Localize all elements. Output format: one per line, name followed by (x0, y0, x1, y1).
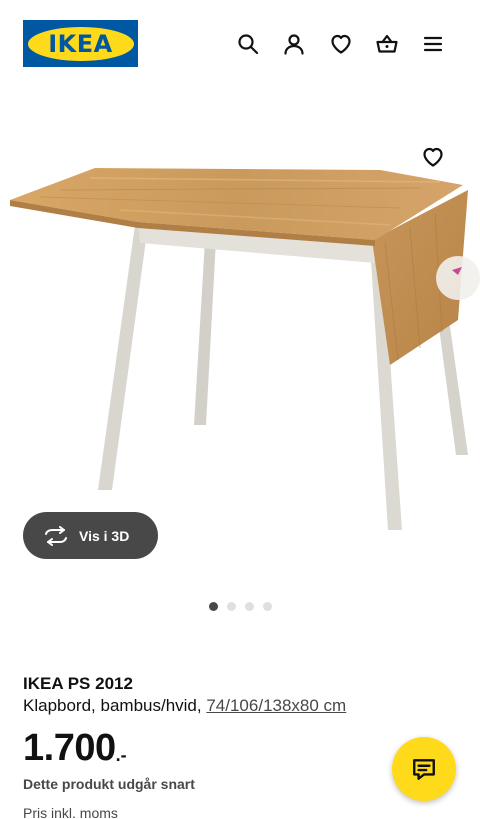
user-icon[interactable] (278, 28, 310, 60)
chat-button[interactable] (392, 737, 456, 801)
search-icon[interactable] (232, 28, 264, 60)
ikea-logo[interactable]: IKEA (23, 20, 138, 67)
favorite-icon[interactable] (416, 140, 450, 174)
basket-icon[interactable] (371, 28, 403, 60)
product-price: 1.700 .- (23, 728, 127, 768)
price-suffix: .- (115, 745, 127, 765)
gallery-pagination (0, 602, 480, 611)
product-type: Klapbord, bambus/hvid, (23, 696, 207, 715)
pagination-dot-4[interactable] (262, 602, 272, 611)
rotate-icon (45, 525, 67, 546)
heart-icon[interactable] (325, 28, 357, 60)
site-header: IKEA (0, 0, 480, 90)
price-integer: 1.700 (23, 727, 116, 769)
view-3d-label: Vis i 3D (79, 527, 130, 544)
product-description: Klapbord, bambus/hvid, 74/106/138x80 cm (23, 694, 463, 718)
menu-icon[interactable] (417, 28, 449, 60)
pagination-dot-3[interactable] (244, 602, 254, 611)
product-name: IKEA PS 2012 (23, 674, 133, 693)
view-3d-button[interactable]: Vis i 3D (23, 512, 158, 559)
product-dimensions-link[interactable]: 74/106/138x80 cm (206, 696, 346, 715)
logo-text: IKEA (48, 29, 113, 58)
vat-note: Pris inkl. moms (23, 805, 118, 819)
discontinued-notice: Dette produkt udgår snart (23, 776, 195, 792)
logo-oval: IKEA (27, 26, 134, 61)
pagination-dot-1[interactable] (208, 602, 218, 611)
chat-icon (413, 759, 435, 780)
product-info: IKEA PS 2012 Klapbord, bambus/hvid, 74/1… (23, 674, 463, 718)
pagination-dot-2[interactable] (226, 602, 236, 611)
